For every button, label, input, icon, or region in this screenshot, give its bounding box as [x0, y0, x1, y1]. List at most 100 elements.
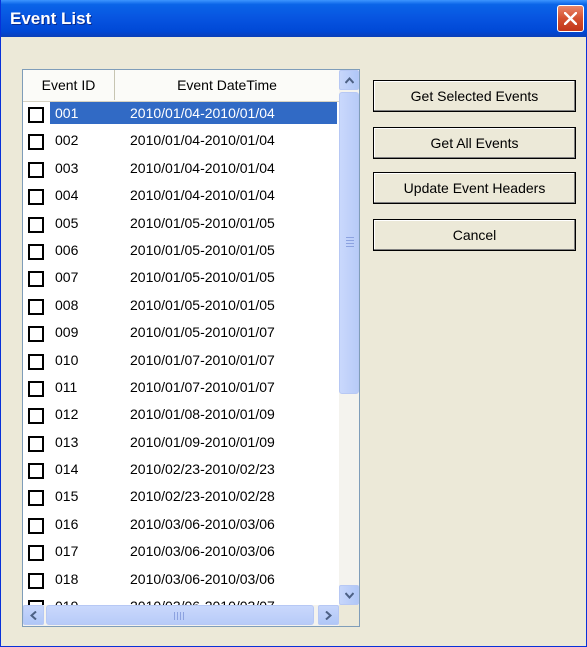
event-listview[interactable]: Event ID Event DateTime 001 2010/01/04-20…: [22, 69, 360, 627]
list-item[interactable]: 014 2010/02/23-2010/02/23: [23, 457, 339, 484]
list-item[interactable]: 012 2010/01/08-2010/01/09: [23, 402, 339, 429]
list-item[interactable]: 001 2010/01/04-2010/01/04: [23, 101, 339, 128]
row-checkbox[interactable]: [28, 243, 44, 260]
arrow-left-icon: [30, 611, 37, 620]
event-id-cell: 008: [55, 296, 79, 313]
event-id-cell: 016: [55, 515, 79, 532]
thumb-grip-line: [180, 612, 181, 620]
list-item[interactable]: 003 2010/01/04-2010/01/04: [23, 156, 339, 183]
row-checkbox[interactable]: [28, 161, 44, 178]
event-id-cell: 018: [55, 570, 79, 587]
event-id-cell: 014: [55, 461, 79, 478]
event-datetime-cell: 2010/01/04-2010/01/04: [130, 105, 275, 121]
event-datetime-cell: 2010/01/05-2010/01/05: [130, 241, 275, 258]
row-checkbox[interactable]: [28, 380, 44, 397]
thumb-grip-line: [346, 240, 354, 241]
list-item[interactable]: 018 2010/03/06-2010/03/06: [23, 567, 339, 594]
event-datetime-cell: 2010/01/04-2010/01/04: [130, 187, 275, 204]
thumb-grip-line: [174, 612, 175, 620]
event-id-cell: 005: [55, 214, 79, 231]
get-selected-events-button[interactable]: Get Selected Events: [373, 80, 576, 112]
row-checkbox[interactable]: [28, 545, 44, 562]
event-datetime-cell: 2010/03/06-2010/03/06: [130, 543, 275, 560]
event-datetime-cell: 2010/01/09-2010/01/09: [130, 433, 275, 450]
list-item[interactable]: 016 2010/03/06-2010/03/06: [23, 512, 339, 539]
event-datetime-cell: 2010/02/23-2010/02/28: [130, 488, 275, 505]
list-item[interactable]: 005 2010/01/05-2010/01/05: [23, 211, 339, 238]
row-checkbox[interactable]: [28, 353, 44, 370]
row-checkbox[interactable]: [28, 490, 44, 507]
close-button[interactable]: [557, 5, 584, 32]
event-id-cell: 007: [55, 269, 79, 286]
event-datetime-cell: 2010/01/08-2010/01/09: [130, 406, 275, 423]
arrow-right-icon: [325, 611, 332, 620]
vertical-scroll-thumb[interactable]: [339, 92, 359, 394]
list-item[interactable]: 011 2010/01/07-2010/01/07: [23, 375, 339, 402]
event-datetime-cell: 2010/01/05-2010/01/07: [130, 324, 275, 341]
event-datetime-cell: 2010/01/05-2010/01/05: [130, 214, 275, 231]
event-id-cell: 006: [55, 241, 79, 258]
event-rows: 001 2010/01/04-2010/01/04 002 2010/01/04-20…: [23, 101, 339, 605]
column-header-event-datetime[interactable]: Event DateTime: [115, 70, 339, 100]
event-id-cell: 019: [55, 598, 78, 605]
column-header-event-id[interactable]: Event ID: [23, 70, 115, 100]
horizontal-scrollbar[interactable]: [23, 605, 339, 626]
row-checkbox[interactable]: [28, 298, 44, 315]
list-item[interactable]: 004 2010/01/04-2010/01/04: [23, 183, 339, 210]
get-all-events-button[interactable]: Get All Events: [373, 127, 576, 159]
row-checkbox[interactable]: [28, 271, 44, 288]
row-checkbox[interactable]: [28, 517, 44, 534]
event-id-cell: 012: [55, 406, 79, 423]
event-id-cell: 001: [55, 105, 79, 121]
event-id-cell: 017: [55, 543, 79, 560]
row-checkbox[interactable]: [28, 216, 44, 233]
thumb-grip-line: [183, 612, 184, 620]
list-header: Event ID Event DateTime: [23, 70, 339, 102]
list-item[interactable]: 010 2010/01/07-2010/01/07: [23, 348, 339, 375]
vertical-scrollbar[interactable]: [339, 70, 359, 605]
event-id-cell: 011: [55, 378, 78, 395]
row-checkbox[interactable]: [28, 435, 44, 452]
update-event-headers-button[interactable]: Update Event Headers: [373, 172, 576, 204]
list-item[interactable]: 013 2010/01/09-2010/01/09: [23, 430, 339, 457]
cancel-button[interactable]: Cancel: [373, 219, 576, 251]
event-id-cell: 004: [55, 187, 79, 204]
list-item[interactable]: 006 2010/01/05-2010/01/05: [23, 238, 339, 265]
list-item[interactable]: 002 2010/01/04-2010/01/04: [23, 128, 339, 155]
event-datetime-cell: 2010/01/05-2010/01/05: [130, 296, 275, 313]
scroll-right-button[interactable]: [318, 605, 339, 625]
event-id-cell: 010: [55, 351, 79, 368]
row-checkbox[interactable]: [28, 463, 44, 480]
event-datetime-cell: 2010/03/06-2010/03/07: [130, 598, 275, 605]
scroll-left-button[interactable]: [23, 605, 44, 625]
horizontal-scroll-thumb[interactable]: [46, 605, 314, 625]
arrow-up-icon: [345, 77, 354, 84]
thumb-grip-line: [346, 246, 354, 247]
title-bar[interactable]: Event List: [1, 0, 587, 37]
row-checkbox[interactable]: [28, 107, 44, 123]
row-checkbox[interactable]: [28, 134, 44, 151]
event-datetime-cell: 2010/03/06-2010/03/06: [130, 570, 275, 587]
row-checkbox[interactable]: [28, 326, 44, 343]
event-datetime-cell: 2010/01/07-2010/01/07: [130, 378, 275, 395]
row-checkbox[interactable]: [28, 408, 44, 425]
row-checkbox[interactable]: [28, 572, 44, 589]
list-item[interactable]: 017 2010/03/06-2010/03/06: [23, 539, 339, 566]
event-id-cell: 013: [55, 433, 79, 450]
scrollbar-corner: [339, 605, 359, 626]
list-item[interactable]: 008 2010/01/05-2010/01/05: [23, 293, 339, 320]
list-item[interactable]: 015 2010/02/23-2010/02/28: [23, 484, 339, 511]
event-datetime-cell: 2010/01/05-2010/01/05: [130, 269, 275, 286]
close-icon: [564, 12, 577, 25]
list-item[interactable]: 019 2010/03/06-2010/03/07: [23, 594, 339, 605]
event-datetime-cell: 2010/01/04-2010/01/04: [130, 159, 275, 176]
window-title: Event List: [10, 9, 92, 28]
scroll-up-button[interactable]: [339, 70, 359, 90]
event-id-cell: 003: [55, 159, 79, 176]
event-list-dialog: Event List Event ID Event DateTime 001 20…: [0, 0, 587, 647]
thumb-grip-line: [177, 612, 178, 620]
scroll-down-button[interactable]: [339, 585, 359, 605]
list-item[interactable]: 007 2010/01/05-2010/01/05: [23, 265, 339, 292]
row-checkbox[interactable]: [28, 189, 44, 206]
list-item[interactable]: 009 2010/01/05-2010/01/07: [23, 320, 339, 347]
